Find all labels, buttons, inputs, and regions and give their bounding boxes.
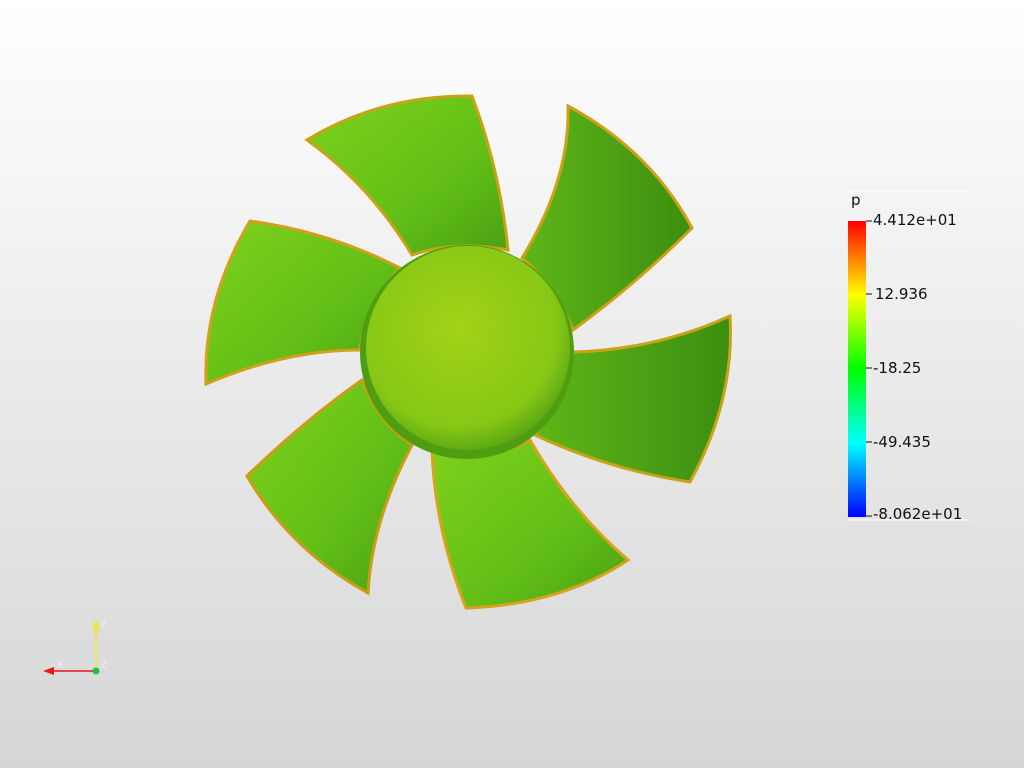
x-axis-label: X bbox=[56, 658, 64, 671]
y-axis-label: Y bbox=[99, 618, 107, 631]
scalar-bar-max-label: 4.412e+01 bbox=[873, 211, 957, 229]
orientation-axes[interactable]: Y X Z bbox=[43, 618, 108, 675]
scalar-bar[interactable]: p 4.412e+01 12.936 -18.25 -49.435 -8.062… bbox=[848, 190, 970, 523]
fan-blade bbox=[304, 94, 510, 257]
scalar-bar-tick-label: 12.936 bbox=[875, 285, 928, 303]
render-viewport[interactable]: p 4.412e+01 12.936 -18.25 -49.435 -8.062… bbox=[0, 0, 1024, 768]
fan-model[interactable] bbox=[204, 94, 732, 610]
x-axis-arrow-icon bbox=[43, 667, 54, 675]
scalar-bar-tick-label: -18.25 bbox=[873, 359, 921, 377]
scalar-bar-tick-label: -49.435 bbox=[873, 433, 931, 451]
z-axis-marker-icon bbox=[92, 667, 100, 675]
fan-hub bbox=[366, 246, 570, 450]
scalar-bar-min-label: -8.062e+01 bbox=[873, 505, 962, 523]
scalar-bar-title: p bbox=[851, 191, 861, 209]
fan-blade bbox=[430, 437, 631, 610]
z-axis-label: Z bbox=[100, 658, 108, 671]
y-axis-arrow-icon bbox=[92, 619, 100, 630]
scalar-bar-colorramp bbox=[848, 221, 866, 517]
